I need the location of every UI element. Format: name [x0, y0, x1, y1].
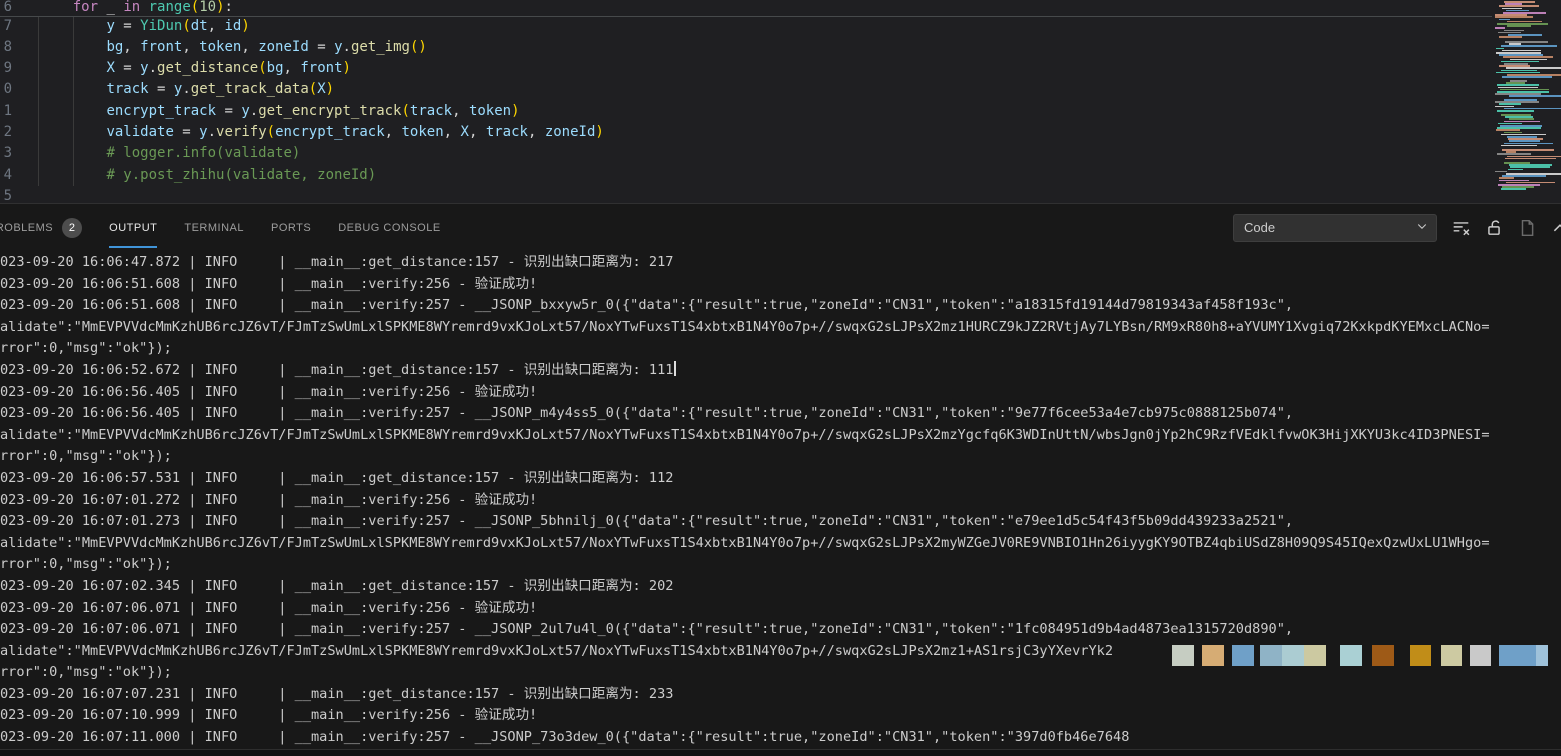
color-swatch	[1340, 645, 1362, 666]
problems-badge: 2	[62, 218, 82, 238]
color-swatch	[1499, 645, 1536, 666]
color-swatch	[1202, 645, 1224, 666]
chevron-down-icon	[1416, 220, 1428, 235]
tab-label: DEBUG CONSOLE	[338, 222, 440, 234]
line-number: 2	[0, 122, 12, 143]
minimap-line	[1499, 36, 1522, 38]
color-swatch	[1372, 645, 1394, 666]
color-swatch	[1172, 645, 1194, 666]
tab-label: PORTS	[271, 222, 311, 234]
bottom-panel: PROBLEMS 2 OUTPUT TERMINAL PORTS DEBUG CONSOL…	[0, 203, 1561, 755]
tab-debug-console[interactable]: DEBUG CONSOLE	[338, 204, 440, 251]
log-line: alidate":"MmEVPVVdcMmKzhUB6rcJZ6vT/FJmTz…	[0, 317, 1561, 339]
code-line: X = y.get_distance(bg, front)	[39, 58, 351, 80]
code-line: validate = y.verify(encrypt_track, token…	[39, 122, 604, 144]
log-line: 023-09-20 16:07:02.345 | INFO | __main__…	[0, 576, 1561, 598]
line-number: 4	[0, 165, 12, 186]
unlock-icon[interactable]	[1483, 217, 1505, 239]
code-line: encrypt_track = y.get_encrypt_track(trac…	[39, 101, 520, 123]
log-line: alidate":"MmEVPVVdcMmKzhUB6rcJZ6vT/FJmTz…	[0, 533, 1561, 555]
text-cursor	[674, 361, 676, 376]
code-line: for _ in range(10):	[39, 0, 233, 15]
log-line: 023-09-20 16:06:52.672 | INFO | __main__…	[0, 360, 1561, 382]
minimap[interactable]	[1492, 0, 1561, 196]
log-line: 023-09-20 16:06:56.405 | INFO | __main__…	[0, 403, 1561, 425]
log-line: 023-09-20 16:07:11.000 | INFO | __main__…	[0, 727, 1561, 749]
output-file-icon[interactable]	[1516, 217, 1538, 239]
code-line: # logger.info(validate)	[39, 143, 300, 165]
log-line: 023-09-20 16:06:57.531 | INFO | __main__…	[0, 468, 1561, 490]
line-number: 6	[0, 0, 12, 15]
output-log[interactable]: 023-09-20 16:06:47.872 | INFO | __main__…	[0, 252, 1561, 749]
log-line: rror":0,"msg":"ok"});	[0, 554, 1561, 576]
output-channel-select[interactable]: Code	[1233, 214, 1437, 242]
tab-terminal[interactable]: TERMINAL	[184, 204, 244, 251]
log-line: 023-09-20 16:07:06.071 | INFO | __main__…	[0, 598, 1561, 620]
code-editor[interactable]: 7 y = YiDun(dt, id) 8 bg, front, token, z…	[0, 0, 1561, 203]
tab-label: OUTPUT	[109, 222, 157, 234]
line-number: 1	[0, 101, 12, 122]
color-swatch	[1232, 645, 1254, 666]
line-number: 7	[0, 16, 12, 37]
color-swatch	[1304, 645, 1326, 666]
color-swatch	[1282, 645, 1304, 666]
log-line: 023-09-20 16:07:06.071 | INFO | __main__…	[0, 619, 1561, 641]
clear-output-icon[interactable]	[1450, 217, 1472, 239]
color-swatch	[1441, 645, 1462, 666]
line-number: 8	[0, 37, 12, 58]
minimap-line	[1505, 158, 1556, 160]
log-line: rror":0,"msg":"ok"});	[0, 338, 1561, 360]
tab-output[interactable]: OUTPUT	[109, 204, 157, 251]
minimap-line	[1509, 95, 1561, 97]
line-number: 5	[0, 186, 12, 203]
color-swatches-overlay	[0, 645, 1561, 666]
tab-label: PROBLEMS	[0, 222, 53, 234]
sticky-scroll-line: 6 for _ in range(10):	[0, 0, 1492, 17]
log-line: 023-09-20 16:06:47.872 | INFO | __main__…	[0, 252, 1561, 274]
line-number: 0	[0, 79, 12, 100]
minimap-line	[1501, 188, 1526, 190]
log-line: 023-09-20 16:06:51.608 | INFO | __main__…	[0, 274, 1561, 296]
minimap-line	[1507, 25, 1531, 27]
minimap-line	[1501, 145, 1537, 147]
log-line: 023-09-20 16:07:01.272 | INFO | __main__…	[0, 490, 1561, 512]
code-line: bg, front, token, zoneId = y.get_img()	[39, 37, 427, 59]
log-line: 023-09-20 16:06:56.405 | INFO | __main__…	[0, 382, 1561, 404]
log-line: rror":0,"msg":"ok"});	[0, 446, 1561, 468]
tab-problems[interactable]: PROBLEMS 2	[0, 204, 82, 251]
log-line: alidate":"MmEVPVVdcMmKzhUB6rcJZ6vT/FJmTz…	[0, 425, 1561, 447]
line-number: 9	[0, 58, 12, 79]
tab-label: TERMINAL	[184, 222, 244, 234]
minimap-line	[1502, 76, 1552, 78]
code-line: # y.post_zhihu(validate, zoneId)	[39, 165, 376, 187]
color-swatch	[1260, 645, 1282, 666]
output-channel-value: Code	[1244, 220, 1275, 235]
code-line: track = y.get_track_data(X)	[39, 79, 334, 101]
color-swatch	[1470, 645, 1491, 666]
log-line: 023-09-20 16:07:10.999 | INFO | __main__…	[0, 705, 1561, 727]
color-swatch	[1536, 645, 1548, 666]
minimap-line	[1508, 169, 1523, 171]
log-line: 023-09-20 16:07:07.231 | INFO | __main__…	[0, 684, 1561, 706]
panel-actions: Code	[1233, 204, 1561, 251]
code-line: y = YiDun(dt, id)	[39, 16, 250, 38]
chevron-up-icon[interactable]	[1549, 217, 1561, 239]
log-line: 023-09-20 16:06:51.608 | INFO | __main__…	[0, 295, 1561, 317]
line-number: 3	[0, 143, 12, 164]
minimap-line	[1497, 110, 1534, 112]
log-line: 023-09-20 16:07:01.273 | INFO | __main__…	[0, 511, 1561, 533]
minimap-line	[1501, 45, 1557, 47]
color-swatch	[1410, 645, 1431, 666]
panel-header: PROBLEMS 2 OUTPUT TERMINAL PORTS DEBUG CONSOL…	[0, 204, 1561, 251]
tab-ports[interactable]: PORTS	[271, 204, 311, 251]
